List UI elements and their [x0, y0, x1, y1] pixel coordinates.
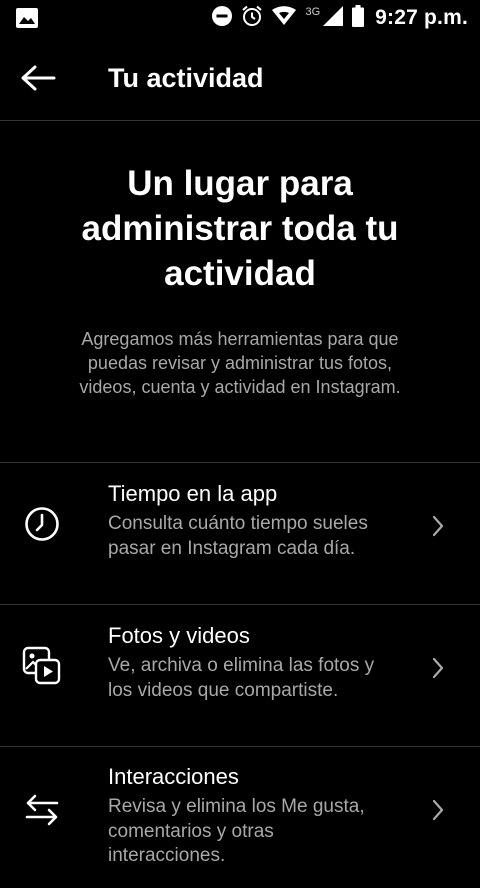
list-item-interactions[interactable]: Interacciones Revisa y elimina los Me gu…	[0, 747, 480, 888]
page-title: Tu actividad	[108, 63, 264, 93]
list-item-description: Revisa y elimina los Me gusta, comentari…	[108, 796, 365, 866]
list-item-description: Ve, archiva o elimina las fotos y los vi…	[108, 655, 375, 701]
clock-icon	[22, 504, 62, 544]
list-item-time-in-app[interactable]: Tiempo en la app Consulta cuánto tiempo …	[0, 463, 480, 605]
do-not-disturb-icon	[212, 5, 233, 31]
list-item-title: Tiempo en la app	[108, 481, 278, 506]
chevron-right-icon	[428, 796, 448, 824]
list-item-title: Fotos y videos	[108, 623, 250, 648]
list-item-description: Consulta cuánto tiempo sueles pasar en I…	[108, 513, 368, 559]
intro-section: Un lugar para administrar toda tu activi…	[0, 121, 480, 463]
back-button[interactable]	[20, 58, 64, 98]
status-time: 9:27 p.m.	[375, 6, 468, 29]
alarm-icon	[241, 5, 263, 32]
signal-icon	[323, 5, 344, 31]
list-item-photos-videos[interactable]: Fotos y videos Ve, archiva o elimina las…	[0, 605, 480, 747]
hero-description: Agregamos más herramientas para que pued…	[79, 329, 401, 397]
chevron-right-icon	[428, 512, 448, 540]
back-arrow-icon	[21, 65, 56, 91]
gallery-notification-icon	[16, 8, 38, 28]
interactions-arrows-icon	[22, 790, 62, 830]
hero-heading: Un lugar para administrar toda tu activi…	[81, 164, 399, 293]
wifi-icon	[272, 5, 297, 31]
chevron-right-icon	[428, 654, 448, 682]
list-item-title: Interacciones	[108, 764, 239, 789]
photos-videos-icon	[22, 646, 62, 686]
top-app-bar: Tu actividad	[0, 36, 480, 121]
battery-icon	[352, 4, 365, 32]
status-bar: 3G 9:27 p.m.	[0, 0, 480, 36]
network-type-label: 3G	[305, 6, 321, 18]
